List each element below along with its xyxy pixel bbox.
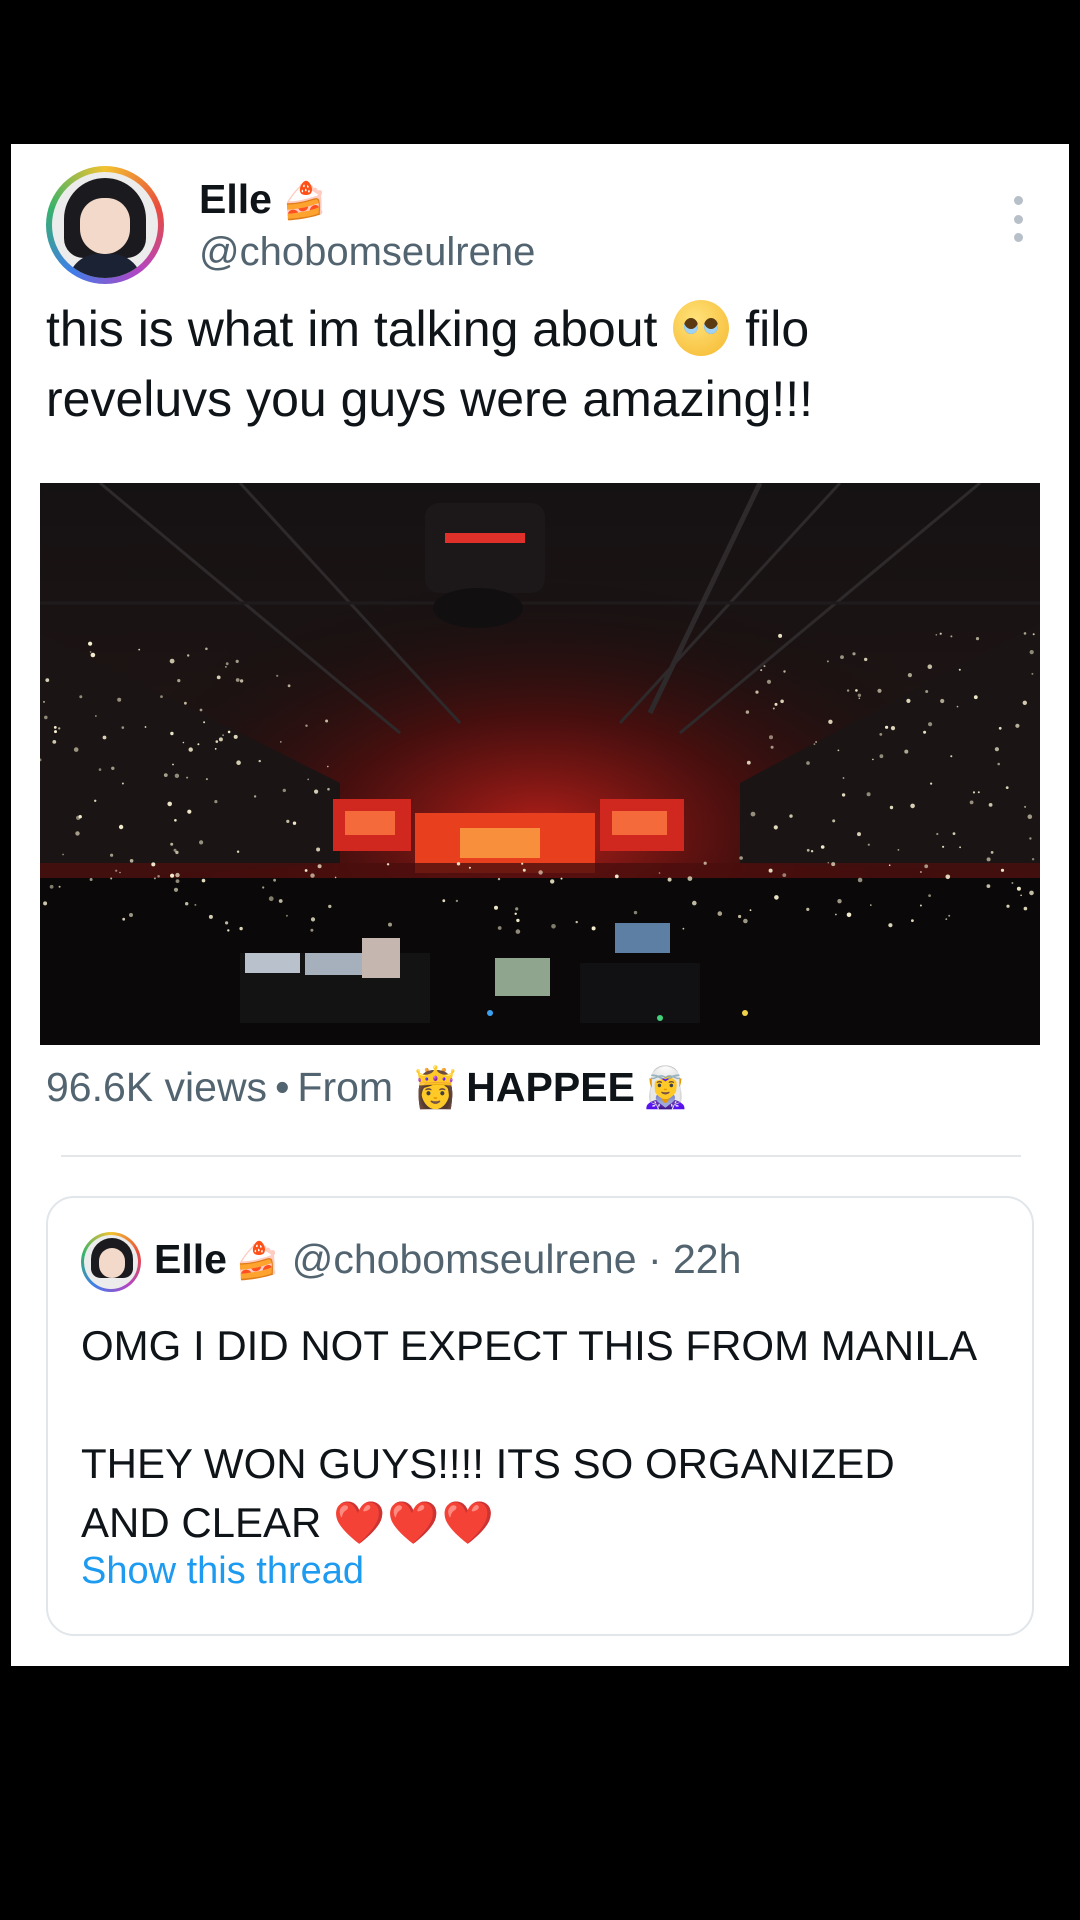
quoted-tweet-header: Elle 🍰 @chobomseulrene · 22h [154, 1236, 742, 1282]
more-options-button[interactable] [1003, 196, 1033, 242]
author-display-name[interactable]: Elle 🍰 [199, 176, 327, 223]
quoted-timestamp[interactable]: 22h [673, 1236, 741, 1282]
author-handle[interactable]: @chobomseulrene [199, 230, 535, 275]
divider [61, 1155, 1021, 1157]
red-heart-emoji-icon: ❤️❤️❤️ [333, 1498, 496, 1547]
show-thread-link[interactable]: Show this thread [81, 1550, 364, 1593]
quoted-tweet[interactable]: Elle 🍰 @chobomseulrene · 22h OMG I DID NOT… [46, 1196, 1034, 1636]
concert-arena-image [40, 483, 1040, 1045]
tweet-meta: 96.6K views • From 👸 HAPPEE 🧝‍♀️ [46, 1064, 691, 1111]
quoted-author-avatar[interactable] [81, 1232, 141, 1292]
quoted-tweet-text: OMG I DID NOT EXPECT THIS FROM MANILA THE… [81, 1322, 978, 1547]
cake-emoji-icon: 🍰 [281, 181, 327, 222]
princess-emoji-icon: 👸 [410, 1065, 461, 1111]
quoted-display-name[interactable]: Elle [154, 1236, 227, 1282]
views-count: 96.6K views [46, 1064, 268, 1110]
source-app-link[interactable]: HAPPEE [466, 1064, 635, 1110]
pleading-face-emoji-icon [673, 300, 730, 356]
author-avatar[interactable] [46, 166, 164, 284]
cake-emoji-icon: 🍰 [234, 1241, 280, 1282]
more-vertical-icon [1013, 196, 1023, 205]
concert-photo[interactable] [40, 483, 1040, 1045]
quoted-handle[interactable]: @chobomseulrene [292, 1236, 637, 1282]
elf-emoji-icon: 🧝‍♀️ [640, 1065, 691, 1111]
tweet-card: Elle 🍰 @chobomseulrene this is what im ta… [11, 144, 1069, 1666]
tweet-text: this is what im talking about filo revel… [46, 300, 814, 427]
